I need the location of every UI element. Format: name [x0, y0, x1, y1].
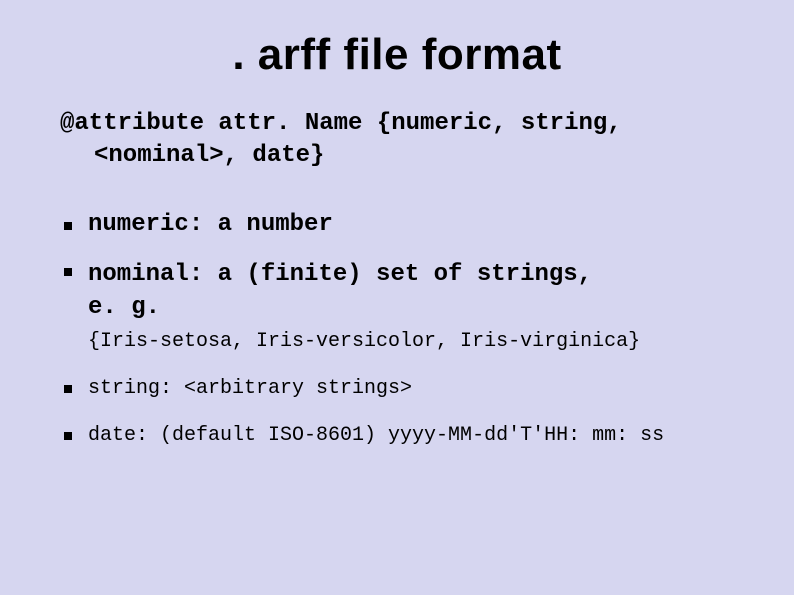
attribute-declaration-line2: <nominal>, date} [60, 140, 734, 172]
list-item-date: date: (default ISO-8601) yyyy-MM-dd'T'HH… [60, 421, 734, 450]
string-text: string: <arbitrary strings> [88, 377, 412, 400]
numeric-text: numeric: a number [88, 211, 333, 238]
slide-title: . arff file format [60, 30, 734, 80]
slide: . arff file format @attribute attr. Name… [0, 0, 794, 595]
attribute-declaration: @attribute attr. Name {numeric, string, … [60, 108, 734, 173]
nominal-text-line1: nominal: a (finite) set of strings, [88, 261, 592, 288]
list-item-numeric: numeric: a number [60, 209, 734, 241]
attribute-declaration-line1: @attribute attr. Name {numeric, string, [60, 110, 622, 137]
nominal-example: {Iris-setosa, Iris-versicolor, Iris-virg… [88, 328, 734, 356]
list-item-nominal: nominal: a (finite) set of strings, e. g… [60, 259, 734, 356]
attribute-types-list: numeric: a number nominal: a (finite) se… [60, 209, 734, 468]
nominal-text-line2: e. g. [88, 294, 160, 321]
list-item-string: string: <arbitrary strings> [60, 374, 734, 403]
date-text: date: (default ISO-8601) yyyy-MM-dd'T'HH… [88, 424, 664, 447]
